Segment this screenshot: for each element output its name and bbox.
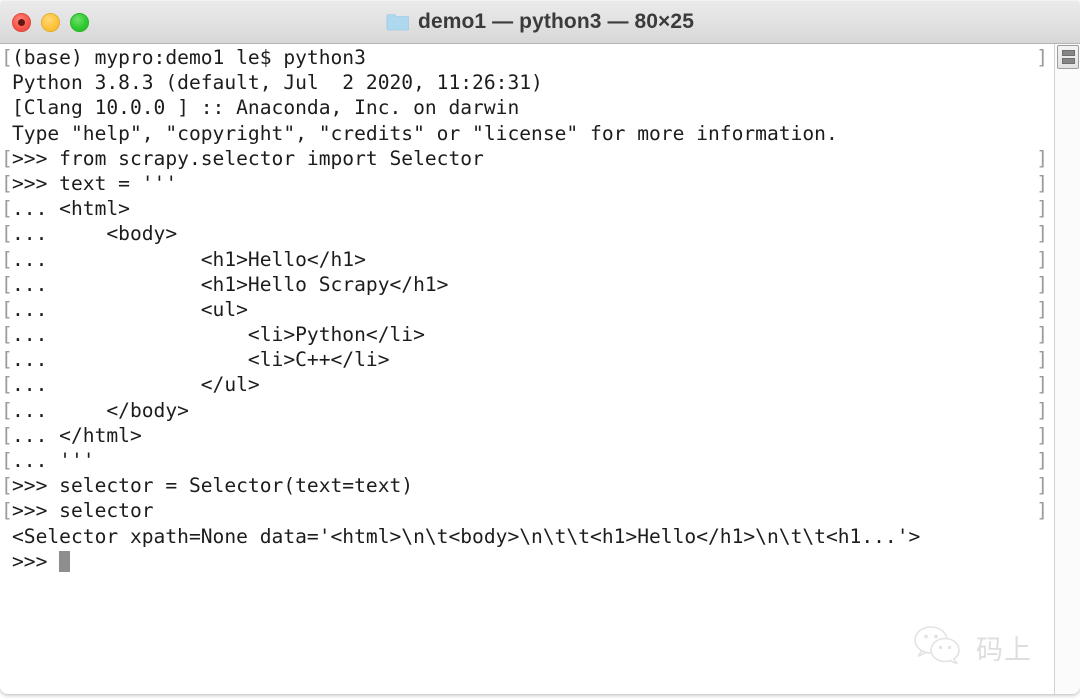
window-controls bbox=[12, 1, 89, 44]
window-title: demo1 — python3 — 80×25 bbox=[418, 10, 694, 33]
terminal-line: ... ''' bbox=[0, 448, 1080, 473]
terminal-line-text: >>> selector bbox=[12, 499, 154, 523]
terminal-line: ... </ul> bbox=[0, 372, 1080, 397]
terminal-content[interactable]: (base) mypro:demo1 le$ python3Python 3.8… bbox=[0, 44, 1080, 694]
terminal-line-text: ... </ul> bbox=[12, 373, 260, 397]
terminal-scrollbar[interactable] bbox=[1054, 44, 1080, 694]
window-titlebar[interactable]: demo1 — python3 — 80×25 bbox=[0, 0, 1080, 44]
watermark: 码上 bbox=[908, 623, 1032, 672]
terminal-line-text: ... <h1>Hello</h1> bbox=[12, 247, 366, 271]
terminal-line: ... <ul> bbox=[0, 297, 1080, 322]
scroll-thumb[interactable] bbox=[1057, 45, 1079, 69]
terminal-line: ... </html> bbox=[0, 423, 1080, 448]
terminal-line-text: >>> text = ''' bbox=[12, 171, 178, 195]
terminal-line: ... </body> bbox=[0, 398, 1080, 423]
terminal-line-text: >>> from scrapy.selector import Selector bbox=[12, 146, 484, 170]
terminal-line-text: ... <li>Python</li> bbox=[12, 323, 425, 347]
terminal-line: ... <h1>Hello Scrapy</h1> bbox=[0, 272, 1080, 297]
terminal-line: >>> bbox=[0, 549, 1080, 574]
terminal-line: ... <li>Python</li> bbox=[0, 322, 1080, 347]
terminal-line-text: ... <h1>Hello Scrapy</h1> bbox=[12, 272, 449, 296]
watermark-text: 码上 bbox=[976, 635, 1032, 666]
terminal-output: (base) mypro:demo1 le$ python3Python 3.8… bbox=[0, 45, 1080, 574]
terminal-line: (base) mypro:demo1 le$ python3 bbox=[0, 45, 1080, 70]
terminal-line: ... <body> bbox=[0, 221, 1080, 246]
close-button[interactable] bbox=[12, 13, 31, 32]
terminal-line-text: <Selector xpath=None data='<html>\n\t<bo… bbox=[12, 524, 921, 548]
minimize-button[interactable] bbox=[41, 13, 60, 32]
maximize-button[interactable] bbox=[70, 13, 89, 32]
text-cursor bbox=[59, 550, 71, 572]
terminal-line-text: ... <li>C++</li> bbox=[12, 348, 390, 372]
terminal-line: Python 3.8.3 (default, Jul 2 2020, 11:26… bbox=[0, 70, 1080, 95]
terminal-line-text: ... <ul> bbox=[12, 297, 248, 321]
terminal-line: <Selector xpath=None data='<html>\n\t<bo… bbox=[0, 524, 1080, 549]
terminal-line-text: >>> selector = Selector(text=text) bbox=[12, 474, 414, 498]
screenshot-root: demo1 — python3 — 80×25 (base) mypro:dem… bbox=[0, 0, 1080, 700]
terminal-line-text: ... </body> bbox=[12, 398, 189, 422]
terminal-line: >>> selector bbox=[0, 498, 1080, 523]
terminal-line-text: Type "help", "copyright", "credits" or "… bbox=[12, 121, 838, 145]
window-title-group: demo1 — python3 — 80×25 bbox=[0, 10, 1080, 34]
terminal-line: ... <h1>Hello</h1> bbox=[0, 247, 1080, 272]
terminal-line-text: ... <html> bbox=[12, 197, 130, 221]
wechat-logo-icon bbox=[908, 623, 968, 672]
terminal-line-text: Python 3.8.3 (default, Jul 2 2020, 11:26… bbox=[12, 71, 543, 95]
terminal-window: demo1 — python3 — 80×25 (base) mypro:dem… bbox=[0, 0, 1080, 694]
folder-icon bbox=[386, 13, 410, 31]
terminal-line: >>> text = ''' bbox=[0, 171, 1080, 196]
terminal-line: ... <html> bbox=[0, 196, 1080, 221]
terminal-line-text: ... </html> bbox=[12, 423, 142, 447]
terminal-line-text: ... ''' bbox=[12, 449, 95, 472]
terminal-line: ... <li>C++</li> bbox=[0, 347, 1080, 372]
terminal-line-text: ... <body> bbox=[12, 222, 178, 246]
terminal-line: [Clang 10.0.0 ] :: Anaconda, Inc. on dar… bbox=[0, 95, 1080, 120]
terminal-line: >>> from scrapy.selector import Selector bbox=[0, 146, 1080, 171]
terminal-line: Type "help", "copyright", "credits" or "… bbox=[0, 121, 1080, 146]
terminal-line-text: (base) mypro:demo1 le$ python3 bbox=[12, 46, 366, 69]
terminal-line: >>> selector = Selector(text=text) bbox=[0, 473, 1080, 498]
terminal-line-text: >>> bbox=[12, 549, 60, 573]
terminal-line-text: [Clang 10.0.0 ] :: Anaconda, Inc. on dar… bbox=[12, 96, 520, 120]
